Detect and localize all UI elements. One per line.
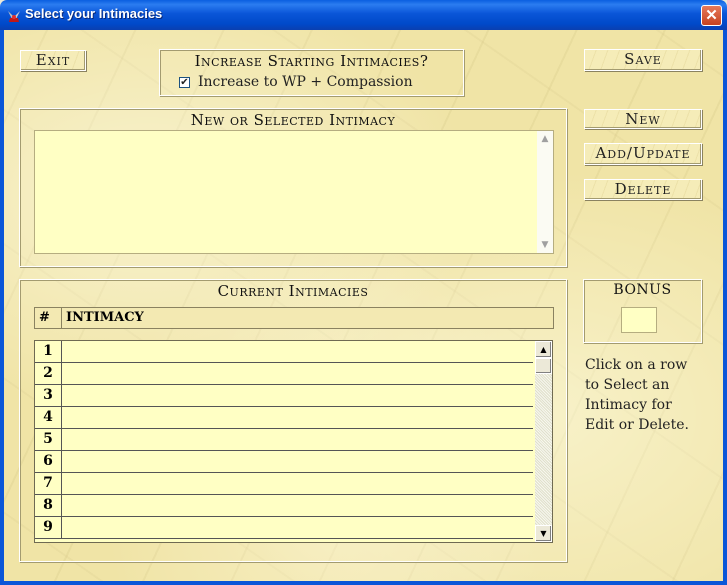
- increase-group-title: Increase Starting Intimacies?: [194, 52, 429, 70]
- grid-header: # INTIMACY: [34, 307, 554, 329]
- new-button[interactable]: New: [584, 109, 702, 129]
- help-text: Click on a row to Select an Intimacy for…: [585, 355, 689, 435]
- intimacies-window: Select your Intimacies ✕ Exit Increase S…: [0, 0, 727, 585]
- intimacy-text-scrollbar[interactable]: ▲ ▼: [537, 131, 553, 253]
- row-number: 7: [35, 473, 62, 494]
- increase-intimacies-group: Increase Starting Intimacies? ✔ Increase…: [159, 49, 464, 96]
- close-icon[interactable]: ✕: [701, 5, 722, 26]
- row-number: 5: [35, 429, 62, 450]
- help-line: Click on a row: [585, 357, 688, 373]
- table-row[interactable]: 9: [35, 517, 533, 539]
- row-number: 4: [35, 407, 62, 428]
- delete-button[interactable]: Delete: [584, 179, 702, 200]
- scroll-down-icon[interactable]: ▼: [537, 237, 553, 253]
- table-row[interactable]: 4: [35, 407, 533, 429]
- intimacy-text-input[interactable]: ▲ ▼: [34, 130, 554, 254]
- row-number: 9: [35, 517, 62, 538]
- grid-scroll-down-icon[interactable]: ▼: [535, 525, 552, 542]
- bonus-title: BONUS: [613, 282, 672, 298]
- table-row[interactable]: 1: [35, 341, 533, 363]
- selected-group-title: New or Selected Intimacy: [190, 111, 396, 129]
- row-number: 6: [35, 451, 62, 472]
- increase-checkbox[interactable]: ✔: [179, 77, 190, 88]
- table-row[interactable]: 7: [35, 473, 533, 495]
- selected-intimacy-group: New or Selected Intimacy ▲ ▼: [19, 108, 567, 267]
- save-button[interactable]: Save: [584, 49, 702, 71]
- table-row[interactable]: 2: [35, 363, 533, 385]
- help-line: Intimacy for: [585, 397, 672, 413]
- grid-scrollbar[interactable]: ▲ ▼: [535, 341, 552, 542]
- table-row[interactable]: 5: [35, 429, 533, 451]
- row-number: 8: [35, 495, 62, 516]
- help-line: Edit or Delete.: [585, 417, 689, 433]
- grid-scroll-thumb[interactable]: [535, 358, 552, 374]
- add-update-button[interactable]: Add/Update: [584, 143, 702, 165]
- current-group-title: Current Intimacies: [217, 282, 369, 300]
- grid-scroll-up-icon[interactable]: ▲: [535, 341, 552, 358]
- exit-button[interactable]: Exit: [20, 50, 86, 71]
- window-frame-right: [723, 30, 727, 585]
- table-row[interactable]: 3: [35, 385, 533, 407]
- help-line: to Select an: [585, 377, 670, 393]
- header-intimacy[interactable]: INTIMACY: [61, 307, 554, 329]
- row-number: 1: [35, 341, 62, 362]
- bonus-field[interactable]: [621, 307, 657, 333]
- current-intimacies-group: Current Intimacies # INTIMACY 123456789 …: [19, 279, 567, 562]
- client-area: Exit Increase Starting Intimacies? ✔ Inc…: [4, 30, 723, 581]
- row-number: 3: [35, 385, 62, 406]
- header-number[interactable]: #: [34, 307, 62, 329]
- table-row[interactable]: 8: [35, 495, 533, 517]
- window-frame-bottom: [0, 581, 727, 585]
- row-number: 2: [35, 363, 62, 384]
- scroll-up-icon[interactable]: ▲: [537, 131, 553, 147]
- title-bar[interactable]: Select your Intimacies ✕: [0, 0, 727, 30]
- table-row[interactable]: 6: [35, 451, 533, 473]
- bonus-group: BONUS: [583, 279, 702, 343]
- increase-checkbox-label[interactable]: Increase to WP + Compassion: [198, 74, 413, 90]
- app-icon: [8, 11, 20, 22]
- intimacies-grid[interactable]: 123456789 ▲ ▼: [34, 340, 553, 543]
- window-title: Select your Intimacies: [25, 6, 163, 21]
